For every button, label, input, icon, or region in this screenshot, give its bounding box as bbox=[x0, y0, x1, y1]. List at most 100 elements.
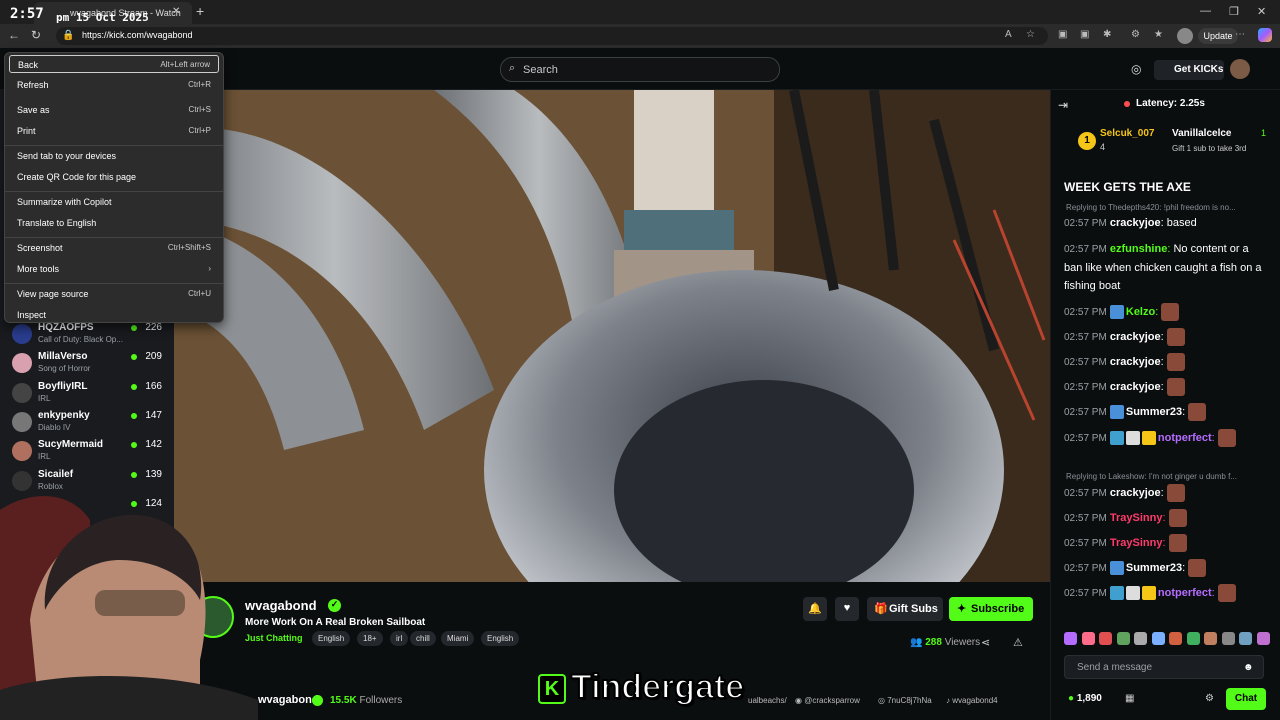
stream-tag[interactable]: irl bbox=[390, 631, 409, 646]
social-link[interactable]: ◎ 7nuC8j7hNa bbox=[878, 696, 932, 705]
chat-username[interactable]: notperfect bbox=[1158, 432, 1212, 444]
copilot-icon[interactable] bbox=[1258, 28, 1272, 42]
settings-gear-icon[interactable]: ⚙ bbox=[1205, 693, 1214, 704]
emote-icon[interactable] bbox=[1186, 632, 1200, 645]
menu-item-summarize-with-copilot[interactable]: Summarize with Copilot bbox=[9, 193, 219, 211]
chat-message-input[interactable]: Send a message bbox=[1064, 655, 1264, 679]
sidebar-channel[interactable]: BoyfliyIRL IRL 166 bbox=[10, 381, 170, 409]
emote-icon[interactable] bbox=[1221, 632, 1235, 645]
emoji-icon[interactable]: ☻ bbox=[1243, 662, 1254, 673]
chat-username[interactable]: TraySinny bbox=[1110, 512, 1163, 524]
emote-icon[interactable] bbox=[1116, 632, 1130, 645]
stream-tag[interactable]: 18+ bbox=[357, 631, 383, 646]
sidebar-channel[interactable]: SucyMermaid IRL 142 bbox=[10, 439, 170, 467]
emote-bar[interactable] bbox=[1064, 632, 1274, 648]
social-link[interactable]: ♪ wvagabond4 bbox=[946, 696, 998, 705]
emote-icon[interactable] bbox=[1239, 632, 1252, 645]
new-tab-icon[interactable]: + bbox=[196, 3, 204, 19]
report-icon[interactable]: ⚠ bbox=[1013, 636, 1023, 649]
notifications-icon[interactable]: ◎ bbox=[1131, 62, 1141, 76]
back-icon[interactable]: ← bbox=[8, 28, 20, 42]
menu-item-save-as[interactable]: Save as Ctrl+S bbox=[9, 101, 219, 119]
chat-username[interactable]: crackyjoe bbox=[1110, 331, 1161, 343]
extension-icon[interactable]: ▣ bbox=[1080, 29, 1089, 40]
subscribe-button[interactable]: ✦ Subscribe bbox=[949, 597, 1033, 621]
favorite-icon[interactable]: ☆ bbox=[1026, 29, 1035, 40]
stream-tag[interactable]: Miami bbox=[441, 631, 475, 646]
extension-icon[interactable]: ▣ bbox=[1058, 29, 1067, 40]
chat-message: 02:57 PM crackyjoe: bbox=[1064, 328, 1270, 347]
store-icon[interactable]: ▦ bbox=[1125, 693, 1134, 704]
chat-username[interactable]: Summer23 bbox=[1126, 406, 1182, 418]
emote-icon[interactable] bbox=[1099, 632, 1112, 645]
menu-item-inspect[interactable]: Inspect bbox=[9, 306, 219, 324]
url-field[interactable]: https://kick.com/wvagabond bbox=[56, 27, 1048, 45]
gift-badge-icon bbox=[1141, 431, 1156, 446]
kicks-balance[interactable]: ● 1,890 bbox=[1068, 693, 1102, 704]
channel-name: Sicailef bbox=[38, 468, 74, 480]
favorites-icon[interactable]: ★ bbox=[1154, 29, 1163, 40]
send-chat-button[interactable]: Chat bbox=[1226, 688, 1266, 710]
tab-close-icon[interactable]: ✕ bbox=[172, 6, 180, 17]
chat-username[interactable]: ezfunshine bbox=[1110, 243, 1167, 255]
emote-icon[interactable] bbox=[1169, 632, 1182, 645]
sidebar-channel[interactable]: MillaVerso Song of Horror 209 bbox=[10, 351, 170, 379]
user-avatar[interactable] bbox=[1230, 59, 1250, 79]
close-window-icon[interactable]: ✕ bbox=[1257, 5, 1266, 18]
chat-username[interactable]: notperfect bbox=[1158, 587, 1212, 599]
refresh-icon[interactable]: ↻ bbox=[31, 28, 41, 42]
search-input[interactable]: Search bbox=[500, 57, 780, 82]
menu-item-send-tab-to-your-devices[interactable]: Send tab to your devices bbox=[9, 147, 219, 165]
emote-icon[interactable] bbox=[1204, 632, 1217, 645]
update-button[interactable]: Update bbox=[1198, 28, 1238, 44]
emote-icon[interactable] bbox=[1064, 632, 1077, 645]
follow-heart-button[interactable]: ♥ bbox=[835, 597, 859, 621]
emote-icon[interactable] bbox=[1134, 632, 1147, 645]
video-player[interactable] bbox=[174, 90, 1050, 582]
extensions-puzzle-icon[interactable]: ✱ bbox=[1103, 29, 1111, 40]
menu-shortcut: › bbox=[208, 264, 211, 273]
chat-username[interactable]: crackyjoe bbox=[1110, 356, 1161, 368]
notify-bell-button[interactable]: 🔔 bbox=[803, 597, 827, 621]
message-time: 02:57 PM bbox=[1064, 538, 1107, 549]
chat-username[interactable]: Summer23 bbox=[1126, 562, 1182, 574]
stream-tag[interactable]: chill bbox=[410, 631, 436, 646]
stream-tag[interactable]: English bbox=[312, 631, 351, 646]
chat-username[interactable]: crackyjoe bbox=[1110, 487, 1161, 499]
chat-username[interactable]: crackyjoe bbox=[1110, 217, 1161, 229]
more-icon[interactable]: ⋯ bbox=[1235, 29, 1245, 40]
menu-item-view-page-source[interactable]: View page source Ctrl+U bbox=[9, 285, 219, 303]
second-gifter-name[interactable]: Vanillalcelce bbox=[1172, 128, 1232, 139]
read-aloud-icon[interactable]: A bbox=[1005, 29, 1012, 40]
profile-avatar[interactable] bbox=[1177, 28, 1193, 44]
gift-subs-button[interactable]: 🎁 Gift Subs bbox=[867, 597, 943, 621]
minimize-icon[interactable]: — bbox=[1200, 5, 1211, 17]
menu-item-translate-to-english[interactable]: Translate to English bbox=[9, 214, 219, 232]
menu-item-more-tools[interactable]: More tools › bbox=[9, 260, 219, 278]
chat-username[interactable]: crackyjoe bbox=[1110, 381, 1161, 393]
menu-item-create-qr-code-for-this-page[interactable]: Create QR Code for this page bbox=[9, 168, 219, 186]
followers-count: 15.5K Followers bbox=[330, 695, 402, 706]
stream-tag[interactable]: English bbox=[481, 631, 520, 646]
emote-icon[interactable] bbox=[1151, 632, 1165, 645]
social-link[interactable]: ualbeachs/ bbox=[748, 696, 787, 705]
top-gifter-name[interactable]: Selcuk_007 bbox=[1100, 128, 1155, 139]
menu-item-refresh[interactable]: Refresh Ctrl+R bbox=[9, 76, 219, 94]
menu-item-print[interactable]: Print Ctrl+P bbox=[9, 122, 219, 140]
share-icon[interactable]: ⋖ bbox=[981, 636, 990, 649]
social-link[interactable]: ◉ @cracksparrow bbox=[795, 696, 860, 705]
menu-item-screenshot[interactable]: Screenshot Ctrl+Shift+S bbox=[9, 239, 219, 257]
collapse-chat-icon[interactable]: ⇥ bbox=[1058, 98, 1068, 112]
sidebar-channel[interactable]: HQZAOFPS Call of Duty: Black Op... 226 bbox=[10, 322, 170, 350]
emote-icon[interactable] bbox=[1081, 632, 1095, 645]
channel-avatar bbox=[12, 353, 32, 374]
emote-icon[interactable] bbox=[1256, 632, 1270, 645]
menu-item-back[interactable]: Back Alt+Left arrow bbox=[9, 55, 219, 73]
maximize-icon[interactable]: ❐ bbox=[1229, 5, 1239, 18]
get-kicks-button[interactable]: Get KICKs bbox=[1154, 60, 1224, 80]
sidebar-channel[interactable]: enkypenky Diablo IV 147 bbox=[10, 410, 170, 438]
chat-username[interactable]: Kelzo bbox=[1126, 306, 1155, 318]
chat-username[interactable]: TraySinny bbox=[1110, 537, 1163, 549]
lock-icon[interactable]: 🔒 bbox=[62, 30, 74, 41]
split-screen-icon[interactable]: ⚙ bbox=[1131, 29, 1140, 40]
